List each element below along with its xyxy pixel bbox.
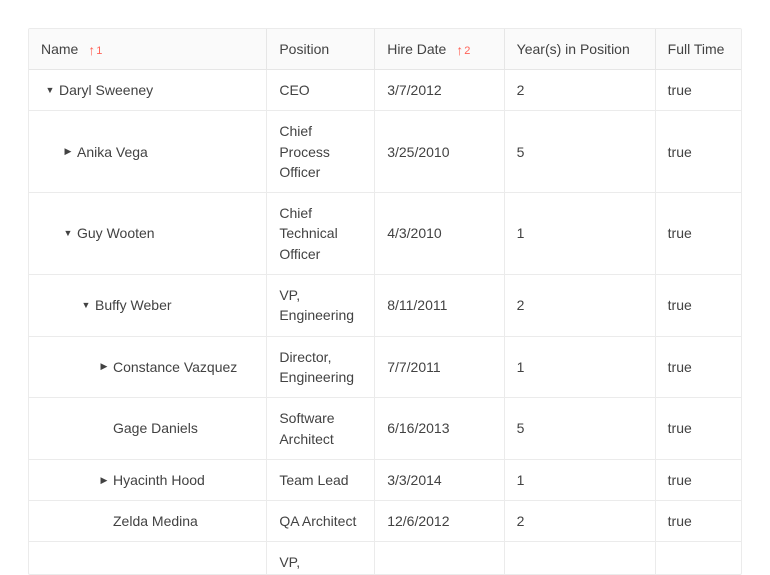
- cell-name: ▼Daryl Sweeney: [29, 70, 266, 110]
- cell-hire-date: 7/7/2011: [374, 336, 503, 398]
- cell-years: 5: [504, 110, 655, 192]
- treelist-body: ▼Daryl SweeneyCEO3/7/20122true▶Anika Veg…: [29, 70, 741, 574]
- arrow-up-icon: ↑: [456, 43, 463, 57]
- cell-name: ▶Anika Vega: [29, 110, 266, 192]
- cell-name: [29, 541, 266, 574]
- cell-name: ▼Guy Wooten: [29, 192, 266, 274]
- treelist-header: Name ↑1 Position Hire Date ↑2: [29, 29, 741, 70]
- table-row[interactable]: Gage Daniels Software Architect6/16/20135…: [29, 397, 741, 459]
- cell-full-time: true: [655, 500, 741, 541]
- cell-position: Director, Engineering: [266, 336, 374, 398]
- cell-position: Chief Process Officer: [266, 110, 374, 192]
- table-row[interactable]: VP,: [29, 541, 741, 574]
- cell-name: Gage Daniels: [29, 397, 266, 459]
- cell-years: 1: [504, 336, 655, 398]
- cell-full-time: true: [655, 110, 741, 192]
- cell-hire-date: 12/6/2012: [374, 500, 503, 541]
- cell-full-time: true: [655, 397, 741, 459]
- header-row: Name ↑1 Position Hire Date ↑2: [29, 29, 741, 70]
- name-text: Guy Wooten: [77, 223, 155, 243]
- cell-hire-date: 3/3/2014: [374, 459, 503, 500]
- cell-hire-date: 4/3/2010: [374, 192, 503, 274]
- cell-years: 1: [504, 192, 655, 274]
- sort-index: 1: [96, 45, 102, 57]
- cell-name: ▶Hyacinth Hood: [29, 459, 266, 500]
- cell-position: CEO: [266, 70, 374, 110]
- cell-position: Chief Technical Officer: [266, 192, 374, 274]
- chevron-right-icon[interactable]: ▶: [59, 147, 77, 156]
- chevron-right-icon[interactable]: ▶: [95, 362, 113, 371]
- cell-full-time: true: [655, 459, 741, 500]
- name-text: Hyacinth Hood: [113, 470, 205, 490]
- cell-name: ▶Constance Vazquez: [29, 336, 266, 398]
- name-text: Anika Vega: [77, 142, 148, 162]
- cell-full-time: true: [655, 274, 741, 336]
- cell-years: 2: [504, 500, 655, 541]
- table-row[interactable]: Zelda Medina QA Architect12/6/20122true: [29, 500, 741, 541]
- cell-years: [504, 541, 655, 574]
- table-row[interactable]: ▼Daryl SweeneyCEO3/7/20122true: [29, 70, 741, 110]
- column-label: Full Time: [668, 41, 725, 57]
- cell-position: VP,: [266, 541, 374, 574]
- cell-position: VP, Engineering: [266, 274, 374, 336]
- arrow-up-icon: ↑: [88, 43, 95, 57]
- name-text: Daryl Sweeney: [59, 80, 153, 100]
- column-header-name[interactable]: Name ↑1: [29, 29, 266, 70]
- employee-treelist: Name ↑1 Position Hire Date ↑2: [28, 28, 742, 575]
- cell-hire-date: 3/25/2010: [374, 110, 503, 192]
- column-header-years[interactable]: Year(s) in Position: [504, 29, 655, 70]
- cell-hire-date: 6/16/2013: [374, 397, 503, 459]
- table-row[interactable]: ▶Constance VazquezDirector, Engineering7…: [29, 336, 741, 398]
- chevron-down-icon[interactable]: ▼: [77, 301, 95, 310]
- cell-full-time: true: [655, 336, 741, 398]
- cell-years: 2: [504, 70, 655, 110]
- cell-hire-date: 8/11/2011: [374, 274, 503, 336]
- cell-hire-date: [374, 541, 503, 574]
- cell-full-time: true: [655, 192, 741, 274]
- column-header-position[interactable]: Position: [266, 29, 374, 70]
- name-text: Zelda Medina: [113, 511, 198, 531]
- cell-position: QA Architect: [266, 500, 374, 541]
- cell-years: 5: [504, 397, 655, 459]
- column-header-hire-date[interactable]: Hire Date ↑2: [374, 29, 503, 70]
- cell-name: Zelda Medina: [29, 500, 266, 541]
- sort-index: 2: [464, 45, 470, 57]
- cell-years: 1: [504, 459, 655, 500]
- chevron-right-icon[interactable]: ▶: [95, 476, 113, 485]
- sort-indicator-hire-date: ↑2: [456, 41, 470, 57]
- column-label: Position: [279, 41, 329, 57]
- table-row[interactable]: ▼Buffy WeberVP, Engineering8/11/20112tru…: [29, 274, 741, 336]
- column-label: Hire Date: [387, 41, 446, 57]
- cell-name: ▼Buffy Weber: [29, 274, 266, 336]
- name-text: Buffy Weber: [95, 295, 172, 315]
- cell-position: Team Lead: [266, 459, 374, 500]
- cell-full-time: true: [655, 70, 741, 110]
- table-row[interactable]: ▶Hyacinth HoodTeam Lead3/3/20141true: [29, 459, 741, 500]
- column-header-full-time[interactable]: Full Time: [655, 29, 741, 70]
- chevron-down-icon[interactable]: ▼: [41, 86, 59, 95]
- cell-position: Software Architect: [266, 397, 374, 459]
- name-text: Gage Daniels: [113, 418, 198, 438]
- cell-years: 2: [504, 274, 655, 336]
- column-label: Year(s) in Position: [517, 41, 630, 57]
- cell-full-time: [655, 541, 741, 574]
- table-row[interactable]: ▶Anika VegaChief Process Officer3/25/201…: [29, 110, 741, 192]
- sort-indicator-name: ↑1: [88, 41, 102, 57]
- chevron-down-icon[interactable]: ▼: [59, 229, 77, 238]
- cell-hire-date: 3/7/2012: [374, 70, 503, 110]
- column-label: Name: [41, 41, 78, 57]
- table-row[interactable]: ▼Guy WootenChief Technical Officer4/3/20…: [29, 192, 741, 274]
- name-text: Constance Vazquez: [113, 357, 237, 377]
